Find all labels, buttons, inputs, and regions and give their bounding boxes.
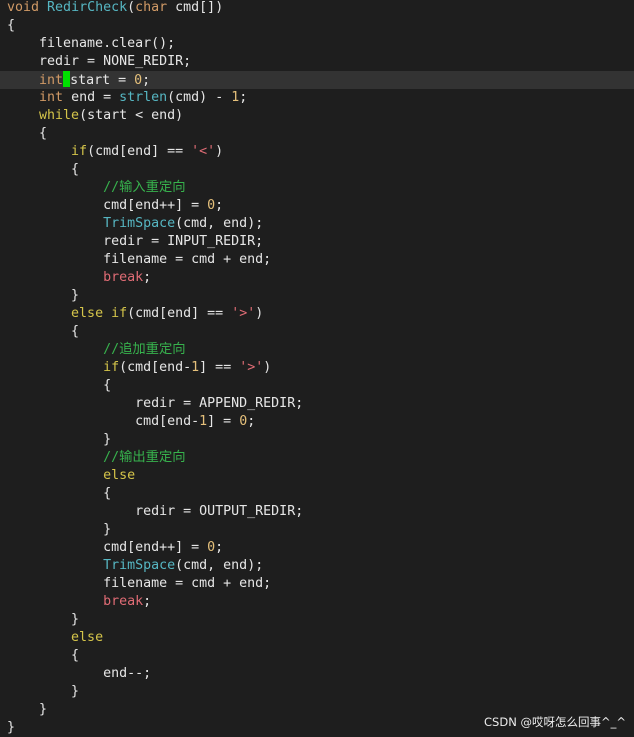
code-line[interactable]: redir = NONE_REDIR; (7, 53, 634, 71)
code-line[interactable]: while(start < end) (7, 107, 634, 125)
code-line[interactable]: //输出重定向 (7, 449, 634, 467)
code-line[interactable]: { (7, 17, 634, 35)
code-line[interactable]: if(cmd[end] == '<') (7, 143, 634, 161)
code-line[interactable]: break; (7, 593, 634, 611)
code-line[interactable]: { (7, 377, 634, 395)
watermark: CSDN @哎呀怎么回事^_^ (484, 715, 626, 729)
code-line[interactable]: filename = cmd + end; (7, 575, 634, 593)
code-line[interactable]: end--; (7, 665, 634, 683)
code-line[interactable]: else (7, 629, 634, 647)
code-line[interactable]: else (7, 467, 634, 485)
code-line[interactable]: break; (7, 269, 634, 287)
code-line[interactable]: filename.clear(); (7, 35, 634, 53)
code-line[interactable]: } (7, 611, 634, 629)
code-line[interactable]: { (7, 647, 634, 665)
code-line[interactable]: int start = 0; (0, 71, 634, 89)
code-line[interactable]: int end = strlen(cmd) - 1; (7, 89, 634, 107)
code-line[interactable]: redir = OUTPUT_REDIR; (7, 503, 634, 521)
code-line[interactable]: } (7, 287, 634, 305)
code-line[interactable]: TrimSpace(cmd, end); (7, 215, 634, 233)
code-line[interactable]: redir = INPUT_REDIR; (7, 233, 634, 251)
code-line[interactable]: { (7, 323, 634, 341)
code-line[interactable]: //输入重定向 (7, 179, 634, 197)
code-line[interactable]: cmd[end-1] = 0; (7, 413, 634, 431)
code-line[interactable]: { (7, 161, 634, 179)
code-line[interactable]: if(cmd[end-1] == '>') (7, 359, 634, 377)
code-line[interactable]: { (7, 125, 634, 143)
text-cursor (63, 71, 71, 87)
code-line[interactable]: //追加重定向 (7, 341, 634, 359)
code-line[interactable]: void RedirCheck(char cmd[]) (7, 0, 634, 17)
code-line[interactable]: redir = APPEND_REDIR; (7, 395, 634, 413)
code-line[interactable]: cmd[end++] = 0; (7, 197, 634, 215)
code-editor[interactable]: void RedirCheck(char cmd[]){ filename.cl… (0, 0, 634, 737)
code-line[interactable]: } (7, 431, 634, 449)
code-line[interactable]: } (7, 521, 634, 539)
code-line[interactable]: filename = cmd + end; (7, 251, 634, 269)
code-line[interactable]: cmd[end++] = 0; (7, 539, 634, 557)
code-line[interactable]: { (7, 485, 634, 503)
code-line[interactable]: else if(cmd[end] == '>') (7, 305, 634, 323)
code-line[interactable]: TrimSpace(cmd, end); (7, 557, 634, 575)
code-line[interactable]: } (7, 683, 634, 701)
